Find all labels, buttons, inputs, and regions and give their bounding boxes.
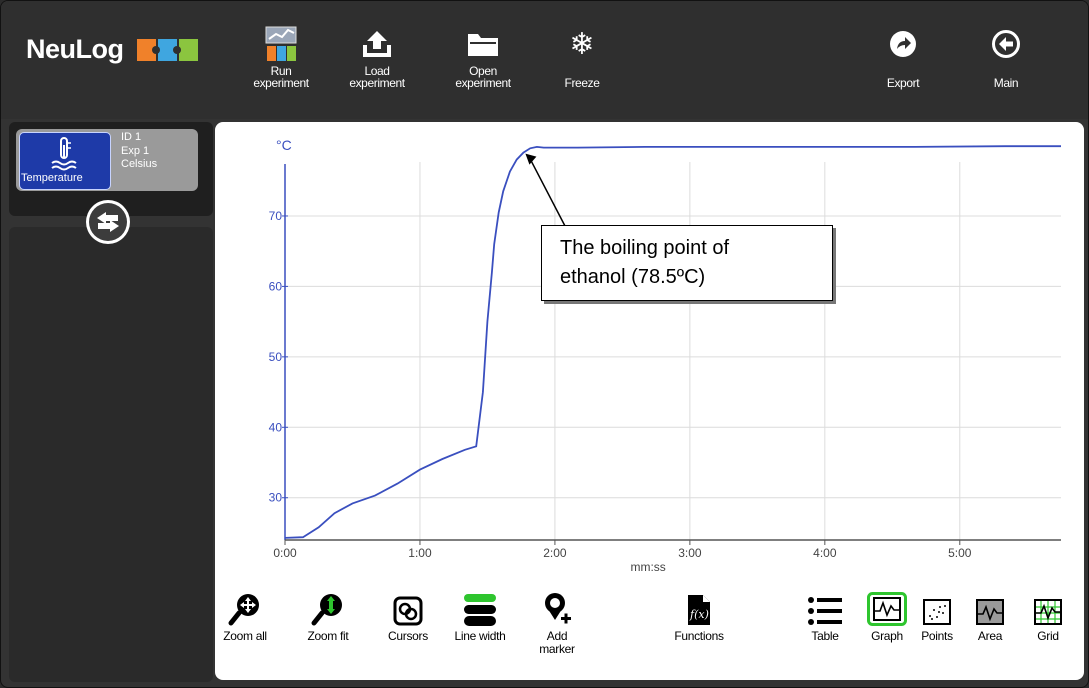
sensor-exp: Exp 1 [121, 144, 150, 157]
run-experiment-button[interactable]: Run experiment [241, 23, 321, 89]
svg-text:f(x): f(x) [689, 608, 709, 621]
export-label: Export [886, 76, 920, 90]
freeze-button[interactable]: ❄ Freeze [542, 23, 622, 90]
y-tick-label: 40 [269, 420, 283, 434]
line-width-button[interactable]: Line width [449, 588, 511, 643]
x-tick-label: 4:00 [813, 546, 837, 560]
table-label: Table [811, 629, 839, 643]
annotation-arrowhead [525, 153, 537, 165]
table-button[interactable]: Table [805, 588, 845, 643]
zoom-fit-label: Zoom fit [307, 629, 349, 643]
load-experiment-label: Load experiment [349, 64, 405, 90]
zoom-fit-button[interactable]: Zoom fit [301, 588, 355, 643]
app-logo: NeuLog [26, 34, 124, 64]
run-experiment-icon [265, 26, 297, 61]
zoom-all-icon [228, 594, 259, 626]
app-window: NeuLog Run experiment Load experiment Op… [0, 0, 1089, 688]
sensor-id: ID 1 [121, 131, 142, 143]
add-marker-button[interactable]: Add marker [533, 588, 581, 656]
annotation-box: The boiling point of ethanol (78.5ºC) [541, 225, 833, 301]
points-view-button[interactable]: Points [917, 588, 957, 643]
zoom-all-label: Zoom all [223, 629, 267, 643]
x-axis-label: mm:ss [630, 560, 665, 574]
zoom-all-button[interactable]: Zoom all [219, 588, 271, 643]
swap-button[interactable] [86, 200, 130, 244]
export-icon [890, 31, 916, 57]
points-scatter-icon [923, 599, 951, 625]
annotation-line2: ethanol (78.5ºC) [560, 266, 706, 288]
grid-view-button[interactable]: Grid [1031, 588, 1065, 643]
folder-icon [468, 34, 498, 56]
y-axis-label: °C [276, 137, 292, 153]
area-chart-icon [976, 599, 1004, 625]
back-arrow-icon [992, 30, 1020, 58]
add-marker-label: Add marker [539, 629, 575, 656]
functions-button[interactable]: f(x) Functions [663, 588, 735, 643]
load-experiment-button[interactable]: Load experiment [337, 23, 417, 89]
x-tick-label: 5:00 [948, 546, 972, 560]
area-view-button[interactable]: Area [972, 588, 1008, 643]
cursors-icon [393, 596, 423, 626]
run-experiment-label: Run experiment [253, 64, 309, 90]
annotation-line1: The boiling point of [560, 237, 730, 259]
functions-icon: f(x) [688, 595, 710, 625]
y-tick-label: 50 [269, 350, 283, 364]
graph-line-icon [867, 592, 907, 626]
cursors-button[interactable]: Cursors [380, 588, 436, 643]
line-width-icon [464, 594, 496, 626]
area-label: Area [977, 629, 1003, 643]
functions-label: Functions [674, 629, 724, 643]
swap-arrows-icon [97, 212, 119, 232]
cursors-label: Cursors [388, 629, 428, 643]
toolbar: NeuLog Run experiment Load experiment Op… [1, 1, 1088, 119]
main-button[interactable]: Main [966, 23, 1046, 89]
x-tick-label: 1:00 [408, 546, 432, 560]
freeze-label: Freeze [564, 76, 600, 90]
sensor-list-panel [9, 227, 213, 682]
open-experiment-label: Open experiment [455, 64, 511, 90]
y-tick-label: 70 [269, 209, 283, 223]
grid-label: Grid [1037, 629, 1059, 643]
graph-label: Graph [871, 629, 903, 643]
sensor-info: ID 1 Exp 1 Celsius [121, 131, 157, 172]
graph-view-button[interactable]: Graph [865, 588, 909, 643]
open-experiment-button[interactable]: Open experiment [443, 23, 523, 89]
x-tick-label: 3:00 [678, 546, 702, 560]
x-tick-label: 2:00 [543, 546, 567, 560]
sensor-label: Temperature [21, 172, 83, 184]
snowflake-icon: ❄ [569, 27, 595, 61]
logo-blocks-icon [137, 39, 198, 61]
grid-chart-icon [1034, 599, 1062, 625]
temperature-series-line [284, 145, 1061, 539]
thermometer-icon [51, 137, 77, 171]
table-list-icon [808, 597, 842, 625]
y-tick-label: 30 [269, 491, 283, 505]
sensor-unit: Celsius [121, 158, 158, 170]
zoom-fit-icon [311, 594, 342, 626]
graph-area: 30 40 50 60 70 0:00 1:00 2:00 3:00 4:00 5:00 °C mm:s… [215, 122, 1084, 680]
add-marker-icon [545, 593, 571, 624]
y-tick-label: 60 [269, 279, 283, 293]
line-width-label: Line width [454, 629, 506, 643]
export-button[interactable]: Export [863, 23, 943, 89]
upload-icon [363, 31, 391, 57]
points-label: Points [921, 629, 953, 643]
x-tick-label: 0:00 [273, 546, 297, 560]
main-label: Main [993, 76, 1019, 90]
